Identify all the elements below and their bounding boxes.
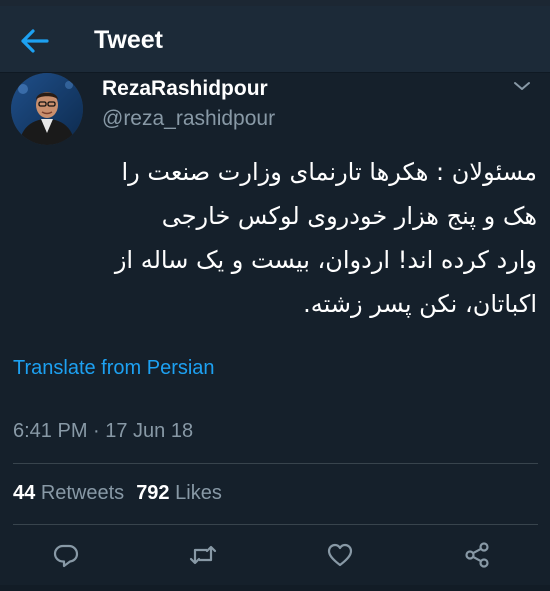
tweet-text-line: وارد کرده اند! اردوان، بیست و یک ساله از (114, 246, 537, 274)
avatar-photo (11, 73, 83, 145)
retweets-label: Retweets (40, 482, 125, 504)
share-button[interactable] (460, 538, 494, 572)
divider (13, 463, 538, 464)
reply-button[interactable] (49, 538, 83, 572)
avatar[interactable] (11, 73, 83, 145)
tweet-text: مسئولان : هکرها تارنمای وزارت صنعت را هک… (12, 150, 537, 326)
retweet-button[interactable] (186, 538, 220, 572)
like-button[interactable] (323, 538, 357, 572)
author-handle[interactable]: @reza_rashidpour (102, 106, 275, 132)
more-options-button[interactable] (512, 78, 532, 92)
page-title: Tweet (94, 26, 163, 54)
top-app-bar: Tweet (0, 6, 550, 73)
likes-count: 792 (136, 482, 170, 504)
chevron-down-icon (514, 82, 530, 90)
bottom-edge (0, 585, 550, 591)
retweets-count: 44 (13, 482, 36, 504)
tweet-text-line: اکباتان، نکن پسر زشته. (303, 290, 537, 318)
reply-icon (53, 544, 79, 568)
retweet-icon (189, 545, 217, 565)
likes-stat[interactable]: 792 Likes (136, 482, 222, 504)
back-button[interactable] (18, 24, 52, 58)
share-icon (465, 542, 489, 568)
author-display-name[interactable]: RezaRashidpour (102, 76, 268, 102)
heart-icon (327, 543, 353, 567)
tweet-text-line: مسئولان : هکرها تارنمای وزارت صنعت را (121, 158, 538, 186)
translate-link[interactable]: Translate from Persian (13, 355, 215, 381)
divider (13, 524, 538, 525)
engagement-stats: 44 Retweets 792 Likes (13, 480, 222, 506)
likes-label: Likes (175, 482, 222, 504)
tweet-action-bar (0, 532, 550, 576)
tweet-timestamp: 6:41 PM · 17 Jun 18 (13, 420, 194, 442)
tweet-text-line: هک و پنج هزار خودروی لوکس خارجی (161, 202, 537, 230)
retweets-stat[interactable]: 44 Retweets (13, 482, 124, 504)
arrow-left-icon (21, 29, 49, 53)
